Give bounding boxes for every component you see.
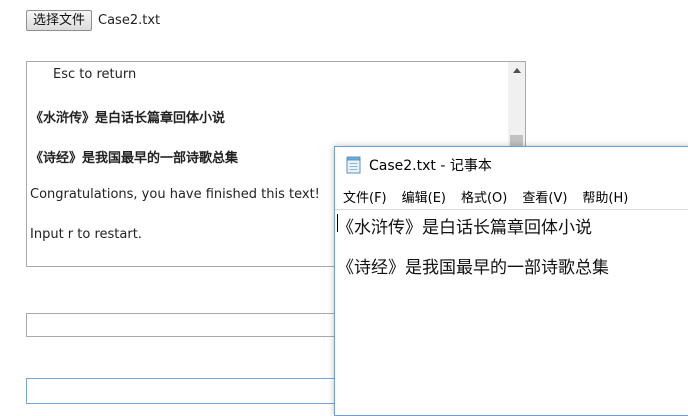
answer-input-2[interactable] bbox=[26, 378, 346, 404]
notepad-icon bbox=[346, 156, 361, 174]
notepad-line-2: 《诗经》是我国最早的一部诗歌总集 bbox=[337, 258, 609, 278]
menu-edit[interactable]: 编辑(E) bbox=[402, 187, 446, 206]
notepad-title: Case2.txt - 记事本 bbox=[369, 158, 492, 174]
esc-hint-line: Esc to return bbox=[53, 67, 137, 82]
choose-file-button[interactable]: 选择文件 bbox=[26, 9, 93, 31]
menu-format[interactable]: 格式(O) bbox=[461, 187, 507, 206]
congrats-line: Congratulations, you have finished this … bbox=[30, 187, 320, 202]
text-line-shijing: 《诗经》是我国最早的一部诗歌总集 bbox=[30, 151, 239, 166]
notepad-menubar: 文件(F) 编辑(E) 格式(O) 查看(V) 帮助(H) bbox=[335, 183, 688, 209]
menu-view[interactable]: 查看(V) bbox=[522, 187, 567, 206]
scroll-up-arrow-icon[interactable] bbox=[508, 62, 525, 79]
menu-file[interactable]: 文件(F) bbox=[343, 187, 387, 206]
notepad-edit-area[interactable]: 《水浒传》是白话长篇章回体小说 《诗经》是我国最早的一部诗歌总集 bbox=[335, 209, 688, 415]
notepad-window[interactable]: Case2.txt - 记事本 文件(F) 编辑(E) 格式(O) 查看(V) … bbox=[334, 146, 688, 416]
answer-input-1[interactable] bbox=[26, 313, 346, 337]
selected-file-name: Case2.txt bbox=[98, 12, 161, 28]
restart-hint-line: Input r to restart. bbox=[30, 227, 142, 242]
file-input-row: 选择文件 Case2.txt bbox=[26, 9, 160, 31]
notepad-line-1: 《水浒传》是白话长篇章回体小说 bbox=[337, 218, 592, 238]
menu-help[interactable]: 帮助(H) bbox=[582, 187, 628, 206]
text-line-shuihu: 《水浒传》是白话长篇章回体小说 bbox=[30, 111, 226, 126]
notepad-titlebar[interactable]: Case2.txt - 记事本 bbox=[335, 147, 688, 183]
